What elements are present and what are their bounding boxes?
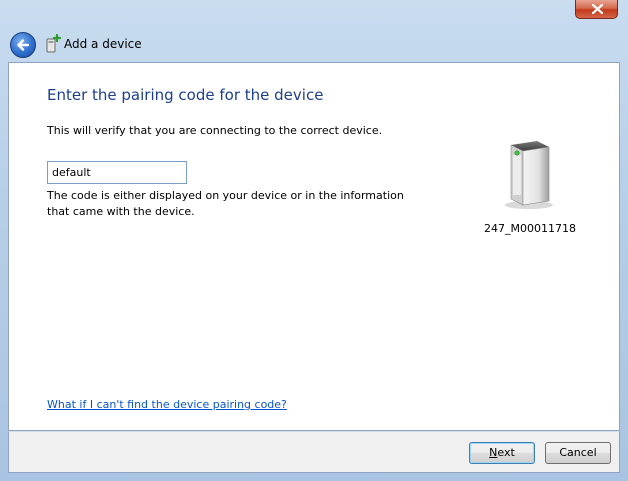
window-title: Add a device xyxy=(64,37,142,51)
printer-device-icon xyxy=(505,141,553,209)
back-button[interactable] xyxy=(10,32,36,58)
button-bar: Next Cancel xyxy=(8,431,620,473)
instruction-text: This will verify that you are connecting… xyxy=(47,124,383,137)
next-button[interactable]: Next xyxy=(469,442,535,464)
title-bar: Add a device xyxy=(8,31,620,61)
pairing-code-input[interactable] xyxy=(47,161,187,184)
close-button[interactable] xyxy=(575,0,618,19)
content-panel: Enter the pairing code for the device Th… xyxy=(8,62,620,431)
close-icon xyxy=(592,4,603,14)
dialog-window: Add a device Enter the pairing code for … xyxy=(0,0,628,481)
next-button-label: ext xyxy=(497,446,515,459)
code-hint-text: The code is either displayed on your dev… xyxy=(47,189,404,218)
cancel-button[interactable]: Cancel xyxy=(545,442,611,464)
page-heading: Enter the pairing code for the device xyxy=(47,86,324,104)
back-arrow-icon xyxy=(17,39,30,51)
add-device-icon xyxy=(46,34,62,53)
help-link[interactable]: What if I can't find the device pairing … xyxy=(47,398,287,411)
device-name-label: 247_M00011718 xyxy=(484,222,576,235)
